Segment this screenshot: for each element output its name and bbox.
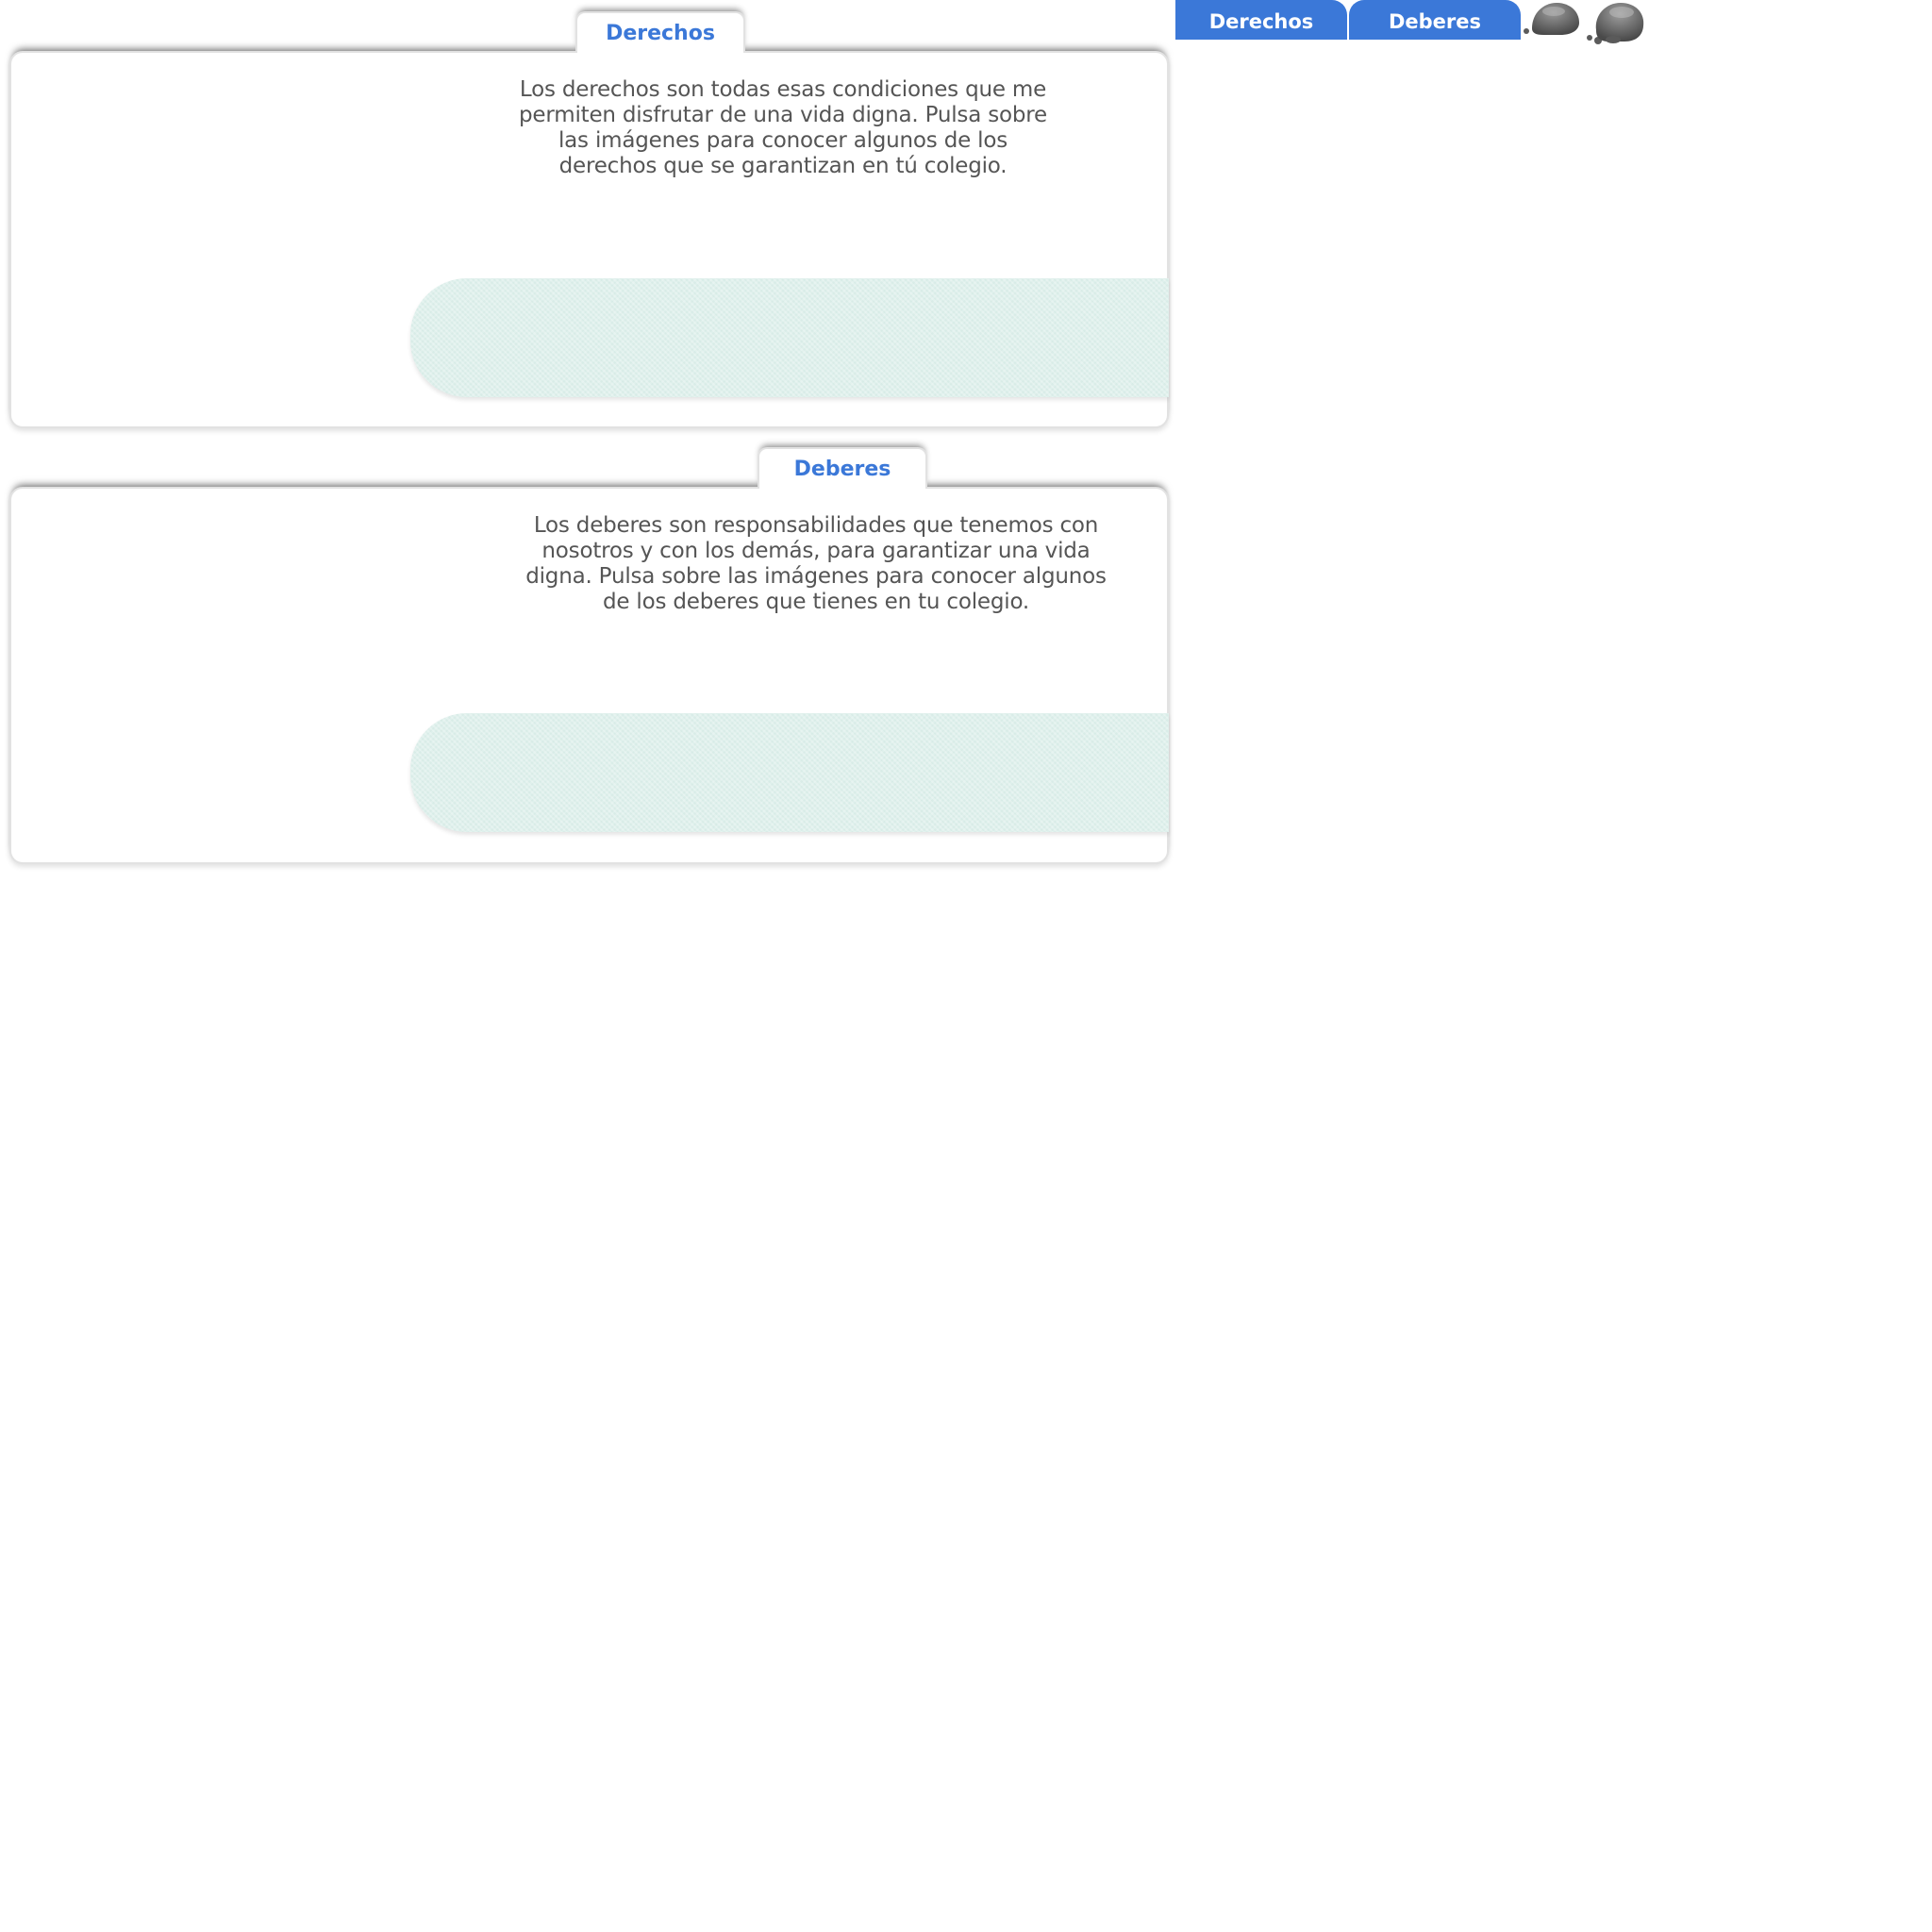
nav-tab-deberes[interactable]: Deberes <box>1349 0 1521 40</box>
derechos-images-strip[interactable] <box>410 278 1169 397</box>
nav-tab-derechos[interactable]: Derechos <box>1175 0 1347 40</box>
tab-derechos: Derechos <box>575 11 745 58</box>
deberes-images-strip[interactable] <box>410 713 1169 832</box>
deberes-description: Los deberes son responsabilidades que te… <box>525 513 1107 614</box>
tab-deberes: Deberes <box>758 447 927 494</box>
thought-bubble-icon[interactable] <box>1523 0 1583 42</box>
top-navigation: Derechos Deberes <box>1175 0 1523 40</box>
thought-bubble-icon[interactable] <box>1585 0 1649 49</box>
derechos-description: Los derechos son todas esas condiciones … <box>519 77 1047 178</box>
